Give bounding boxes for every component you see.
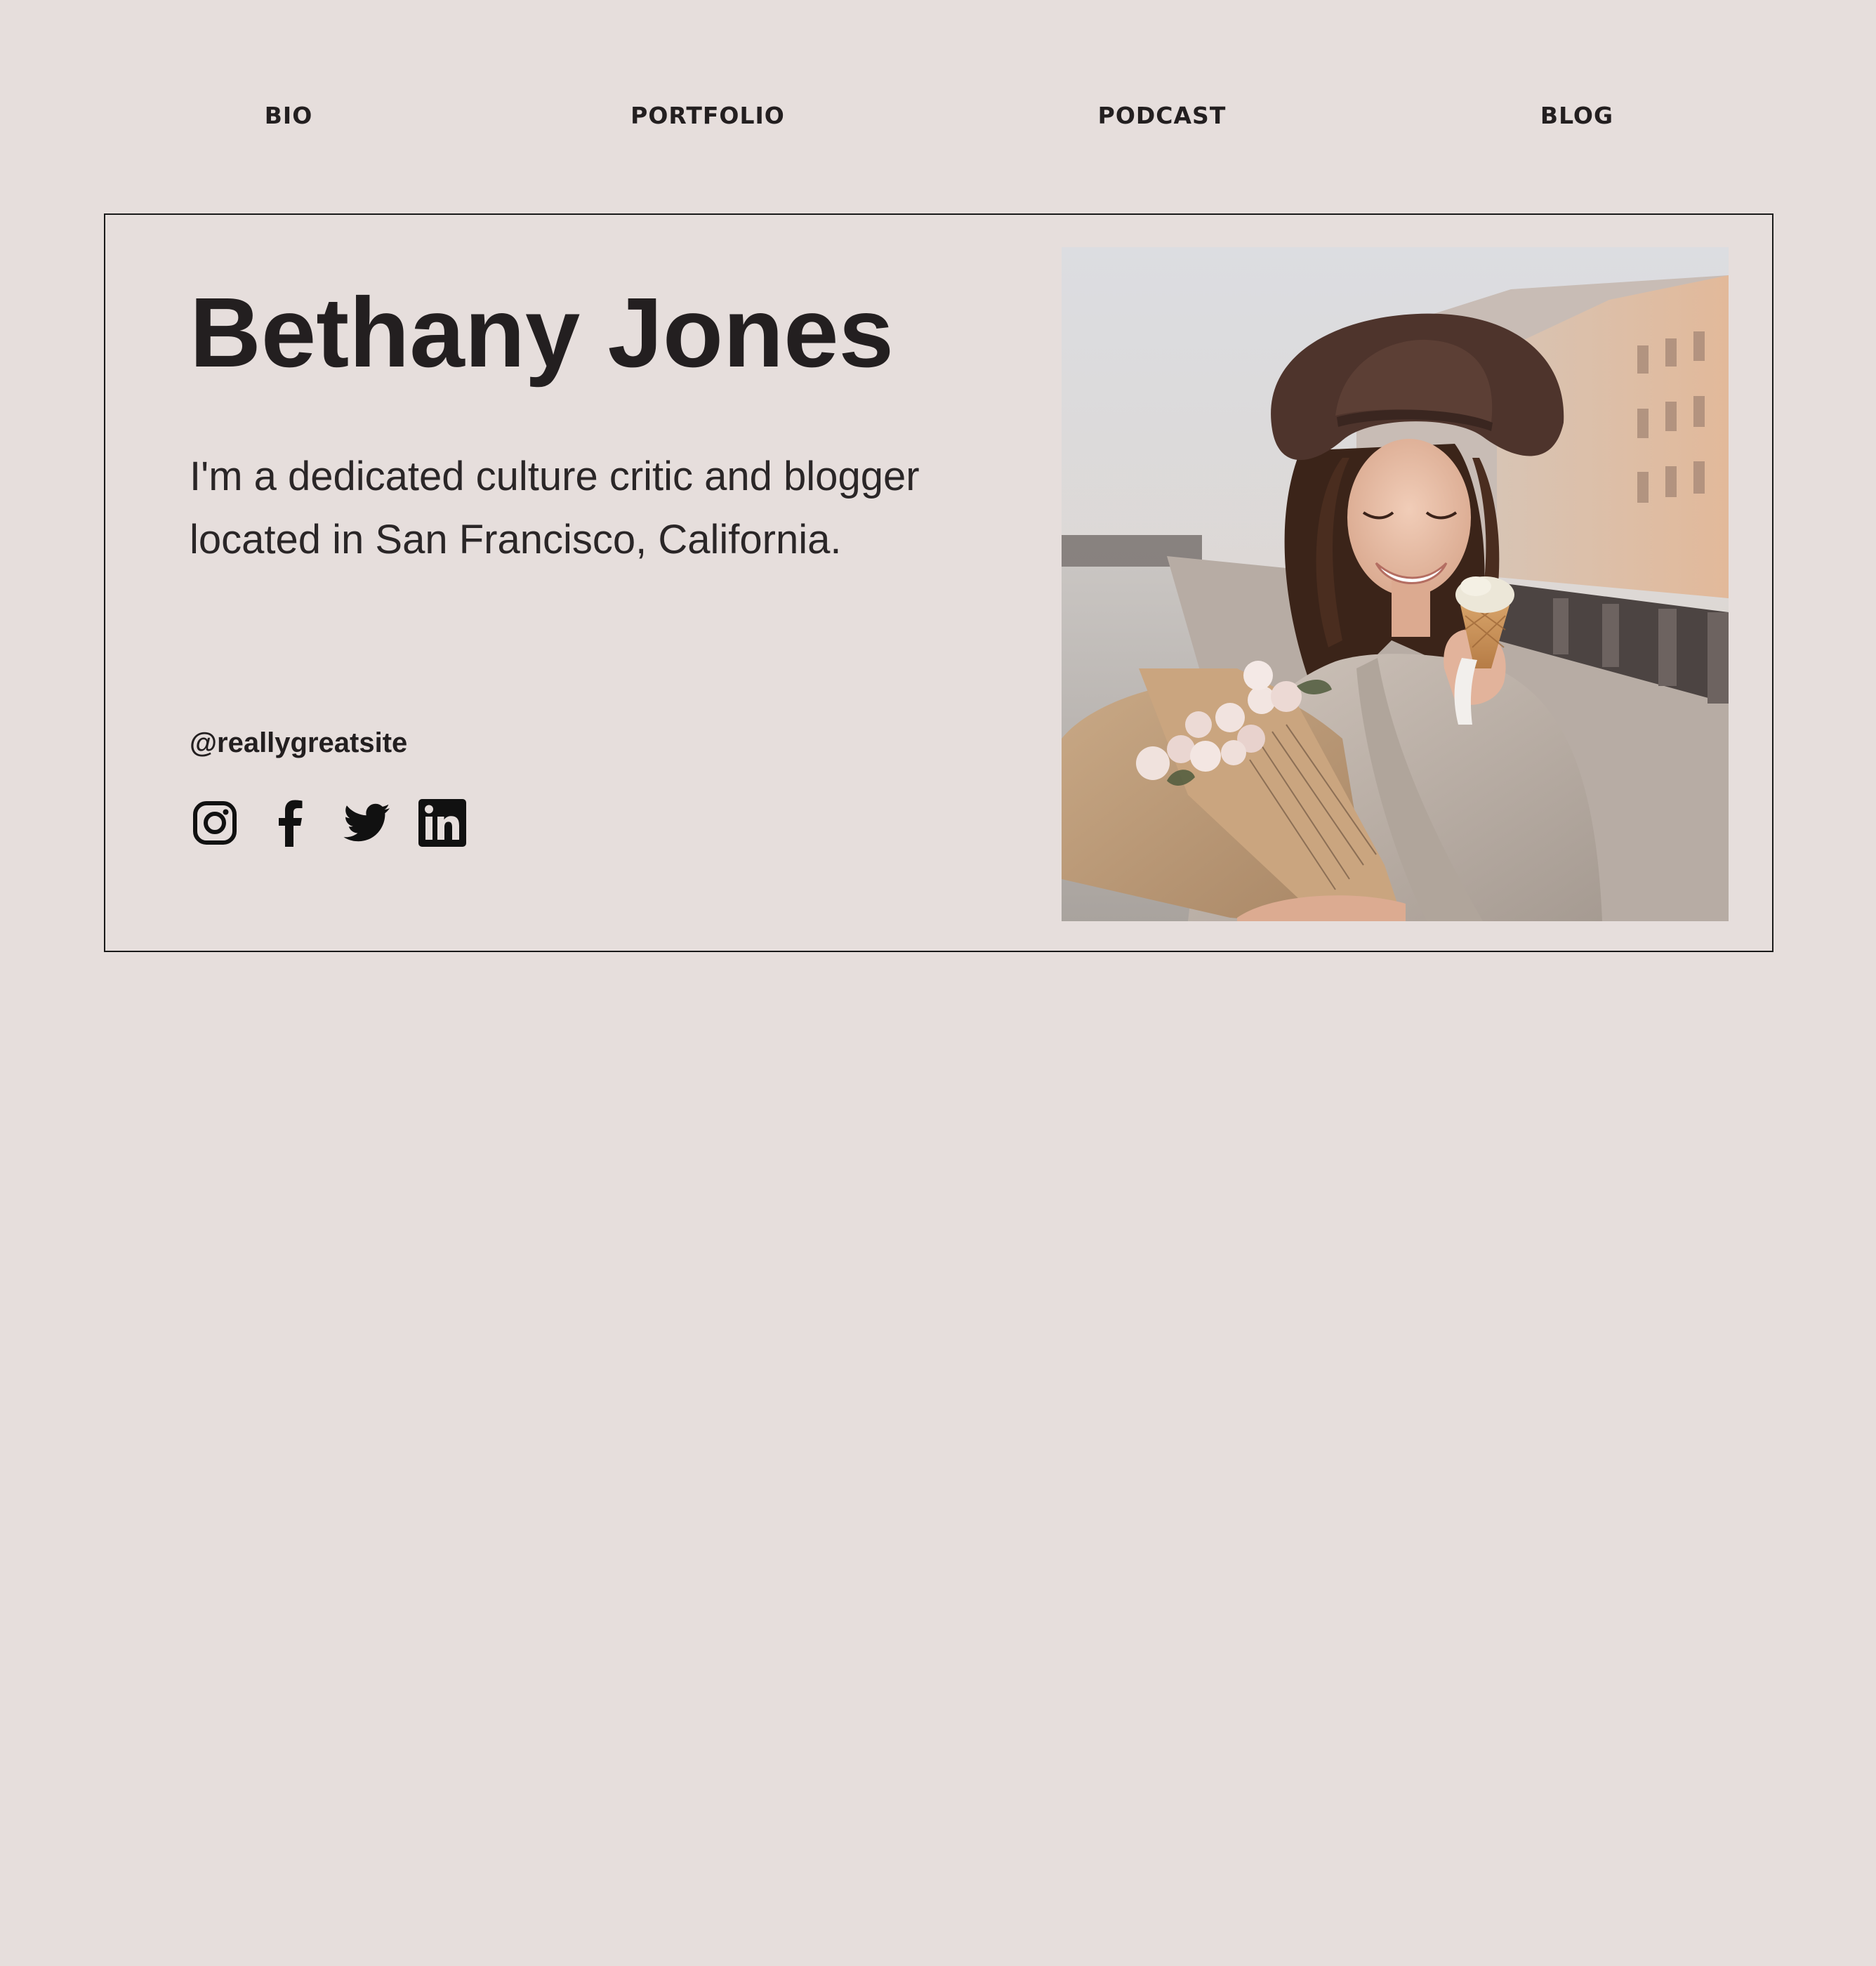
profile-photo (1062, 247, 1729, 921)
facebook-icon (279, 800, 303, 847)
nav-link-portfolio[interactable]: PORTFOLIO (630, 102, 785, 129)
main-nav: BIO PORTFOLIO PODCAST BLOG (0, 102, 1876, 137)
linkedin-icon (418, 799, 466, 847)
twitter-link[interactable] (341, 798, 392, 848)
profile-handle-link[interactable]: @reallygreatsite (190, 727, 407, 759)
instagram-icon (193, 801, 237, 845)
profile-card: Bethany Jones I'm a dedicated culture cr… (104, 213, 1773, 952)
linkedin-link[interactable] (417, 798, 468, 848)
nav-link-podcast[interactable]: PODCAST (1098, 102, 1227, 129)
nav-link-bio[interactable]: BIO (265, 102, 312, 129)
instagram-link[interactable] (190, 798, 240, 848)
profile-name: Bethany Jones (190, 277, 894, 388)
facebook-link[interactable] (265, 798, 316, 848)
nav-link-blog[interactable]: BLOG (1540, 102, 1613, 129)
twitter-icon (343, 803, 390, 842)
profile-bio: I'm a dedicated culture critic and blogg… (190, 454, 920, 562)
